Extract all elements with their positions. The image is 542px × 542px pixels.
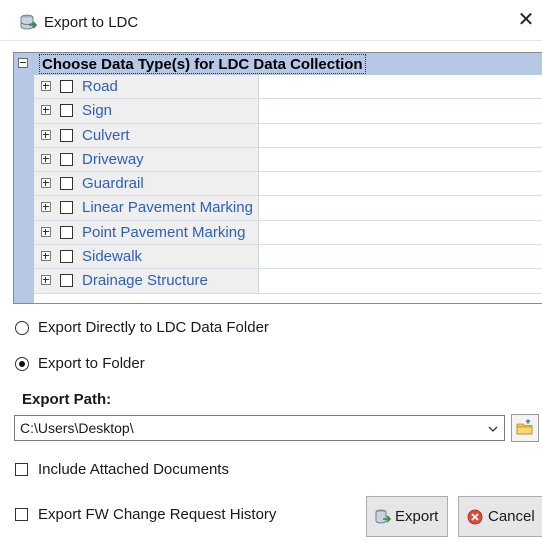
expand-icon[interactable] bbox=[41, 81, 51, 91]
tree-gutter bbox=[14, 75, 34, 303]
tree-item-label[interactable]: Sign bbox=[82, 102, 112, 119]
export-path-combobox[interactable]: C:\Users\Desktop\ bbox=[14, 415, 505, 441]
tree-item-culvert[interactable]: Culvert bbox=[34, 123, 542, 148]
tree-header-row: Choose Data Type(s) for LDC Data Collect… bbox=[14, 53, 542, 75]
expand-icon[interactable] bbox=[41, 178, 51, 189]
expand-icon[interactable] bbox=[41, 226, 51, 237]
tree-item-label[interactable]: Drainage Structure bbox=[82, 272, 208, 289]
export-button-label[interactable]: Export bbox=[395, 508, 438, 525]
export-button[interactable]: Export bbox=[366, 496, 448, 537]
export-folder-radio[interactable] bbox=[15, 357, 29, 371]
tree-item-label[interactable]: Culvert bbox=[82, 127, 130, 144]
expand-icon[interactable] bbox=[41, 105, 51, 116]
fw-history-label[interactable]: Export FW Change Request History bbox=[38, 506, 276, 523]
database-export-icon bbox=[20, 14, 38, 31]
tree-item-label[interactable]: Point Pavement Marking bbox=[82, 224, 245, 241]
export-path-value[interactable]: C:\Users\Desktop\ bbox=[20, 420, 134, 436]
database-export-icon bbox=[375, 509, 391, 524]
collapse-icon[interactable] bbox=[18, 58, 28, 68]
close-button[interactable]: ✕ bbox=[510, 6, 542, 34]
tree-item-label[interactable]: Guardrail bbox=[82, 175, 144, 192]
data-type-tree: Choose Data Type(s) for LDC Data Collect… bbox=[13, 52, 542, 304]
cancel-button[interactable]: Cancel bbox=[458, 496, 542, 537]
export-path-label: Export Path: bbox=[22, 391, 112, 408]
tree-item-checkbox[interactable] bbox=[60, 128, 73, 142]
tree-item-driveway[interactable]: Driveway bbox=[34, 147, 542, 173]
browse-folder-button[interactable] bbox=[511, 414, 539, 442]
chevron-down-icon[interactable] bbox=[487, 422, 499, 434]
title-bar: Export to LDC ✕ bbox=[0, 0, 542, 41]
fw-history-checkbox[interactable] bbox=[15, 508, 28, 521]
cancel-button-label[interactable]: Cancel bbox=[488, 508, 535, 525]
tree-item-label[interactable]: Linear Pavement Marking bbox=[82, 199, 253, 216]
tree-header-label: Choose Data Type(s) for LDC Data Collect… bbox=[39, 54, 366, 74]
tree-item-drainage-structure[interactable]: Drainage Structure bbox=[34, 269, 542, 294]
tree-item-checkbox[interactable] bbox=[60, 201, 73, 215]
expand-icon[interactable] bbox=[41, 129, 51, 140]
include-docs-checkbox[interactable] bbox=[15, 463, 28, 476]
tree-rows: Road Sign Culvert Driveway Guardrail Lin… bbox=[34, 75, 542, 294]
export-direct-label[interactable]: Export Directly to LDC Data Folder bbox=[38, 319, 269, 336]
tree-item-guardrail[interactable]: Guardrail bbox=[34, 172, 542, 197]
expand-icon[interactable] bbox=[41, 153, 51, 164]
export-folder-label[interactable]: Export to Folder bbox=[38, 355, 145, 372]
tree-item-checkbox[interactable] bbox=[60, 152, 73, 166]
tree-item-sidewalk[interactable]: Sidewalk bbox=[34, 245, 542, 270]
include-docs-label[interactable]: Include Attached Documents bbox=[38, 461, 229, 478]
tree-item-label[interactable]: Sidewalk bbox=[82, 248, 142, 265]
window-title: Export to LDC bbox=[44, 14, 139, 31]
expand-icon[interactable] bbox=[41, 251, 51, 262]
tree-item-road[interactable]: Road bbox=[34, 75, 542, 100]
export-direct-radio[interactable] bbox=[15, 321, 29, 335]
tree-item-label[interactable]: Road bbox=[82, 78, 118, 95]
expand-icon[interactable] bbox=[41, 202, 51, 213]
tree-item-checkbox[interactable] bbox=[60, 225, 73, 239]
tree-item-checkbox[interactable] bbox=[60, 250, 73, 264]
tree-item-point-pavement-marking[interactable]: Point Pavement Marking bbox=[34, 220, 542, 246]
tree-item-checkbox[interactable] bbox=[60, 104, 73, 118]
tree-item-checkbox[interactable] bbox=[60, 177, 73, 191]
tree-item-checkbox[interactable] bbox=[60, 80, 73, 93]
tree-item-label[interactable]: Driveway bbox=[82, 151, 144, 168]
tree-item-linear-pavement-marking[interactable]: Linear Pavement Marking bbox=[34, 196, 542, 221]
cancel-icon bbox=[467, 509, 483, 525]
tree-item-sign[interactable]: Sign bbox=[34, 99, 542, 124]
tree-item-checkbox[interactable] bbox=[60, 274, 73, 288]
folder-icon bbox=[516, 419, 533, 435]
expand-icon[interactable] bbox=[41, 275, 51, 286]
